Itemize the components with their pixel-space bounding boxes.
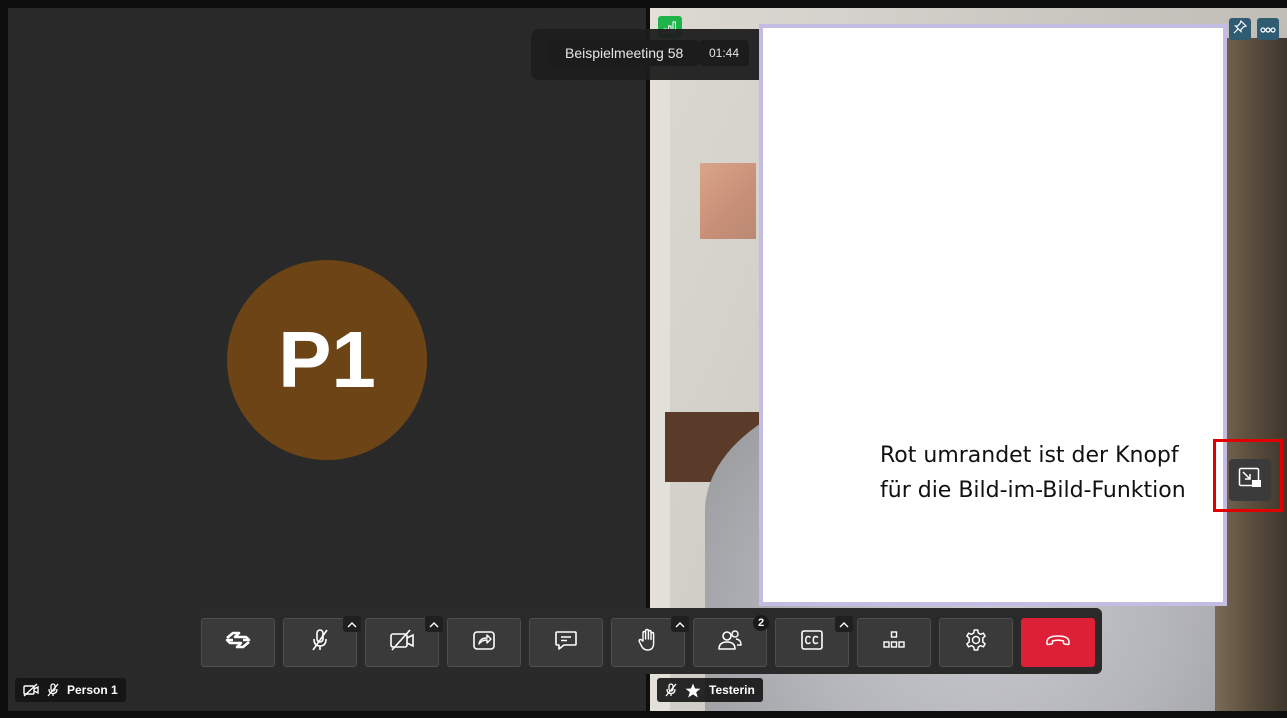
gear-icon bbox=[964, 628, 988, 657]
pip-highlight-frame bbox=[1213, 439, 1283, 512]
camera-options-caret[interactable] bbox=[425, 616, 443, 632]
chevron-up-icon bbox=[429, 615, 439, 633]
share-screen-button[interactable] bbox=[447, 618, 521, 667]
annotation-line-2: für die Bild-im-Bild-Funktion bbox=[880, 478, 1186, 503]
more-icon bbox=[1260, 20, 1276, 38]
meeting-info: Beispielmeeting 58 01:44 bbox=[531, 29, 767, 80]
star-icon bbox=[685, 683, 701, 698]
people-icon bbox=[717, 629, 743, 656]
microphone-off-icon bbox=[665, 683, 677, 697]
participant-name: Person 1 bbox=[67, 683, 118, 697]
microphone-off-icon bbox=[47, 683, 59, 697]
pin-icon bbox=[1233, 19, 1248, 39]
more-options-button[interactable] bbox=[1257, 18, 1279, 40]
settings-button[interactable] bbox=[939, 618, 1013, 667]
participant-tile-person-1[interactable]: P1 Person 1 bbox=[8, 8, 646, 711]
reactions-options-caret[interactable] bbox=[671, 616, 689, 632]
participant-count-badge: 2 bbox=[753, 615, 769, 631]
camera-off-icon bbox=[389, 629, 415, 656]
door-frame bbox=[650, 8, 670, 711]
participant-name: Testerin bbox=[709, 683, 755, 697]
chat-icon bbox=[554, 629, 578, 656]
chevron-up-icon bbox=[839, 615, 849, 633]
picture-on-wall bbox=[700, 163, 756, 239]
meeting-toolbar: 2 bbox=[194, 608, 1102, 674]
captions-options-caret[interactable] bbox=[835, 616, 853, 632]
chevron-up-icon bbox=[347, 615, 357, 633]
camera-off-icon bbox=[23, 683, 39, 697]
microphone-options-caret[interactable] bbox=[343, 616, 361, 632]
avatar: P1 bbox=[227, 260, 427, 460]
participant-name-bar: Testerin bbox=[657, 678, 763, 702]
hangup-button[interactable] bbox=[1021, 618, 1095, 667]
pin-button[interactable] bbox=[1229, 18, 1251, 40]
hierarchy-icon bbox=[882, 630, 906, 655]
handshake-icon bbox=[224, 630, 252, 655]
annotation-line-1: Rot umrandet ist der Knopf bbox=[880, 443, 1179, 468]
cc-icon bbox=[800, 629, 824, 656]
whiteboard-button[interactable] bbox=[201, 618, 275, 667]
microphone-off-icon bbox=[310, 628, 330, 657]
share-icon bbox=[472, 629, 496, 656]
meeting-title: Beispielmeeting 58 bbox=[549, 40, 700, 66]
participant-name-bar: Person 1 bbox=[15, 678, 126, 702]
chevron-up-icon bbox=[675, 615, 685, 633]
annotation-text: Rot umrandet ist der Knopf für die Bild-… bbox=[880, 438, 1186, 508]
chat-button[interactable] bbox=[529, 618, 603, 667]
phone-hangup-icon bbox=[1045, 633, 1071, 652]
hand-icon bbox=[637, 628, 659, 657]
meeting-timer: 01:44 bbox=[699, 40, 749, 66]
breakout-rooms-button[interactable] bbox=[857, 618, 931, 667]
document-panel bbox=[759, 24, 1227, 606]
